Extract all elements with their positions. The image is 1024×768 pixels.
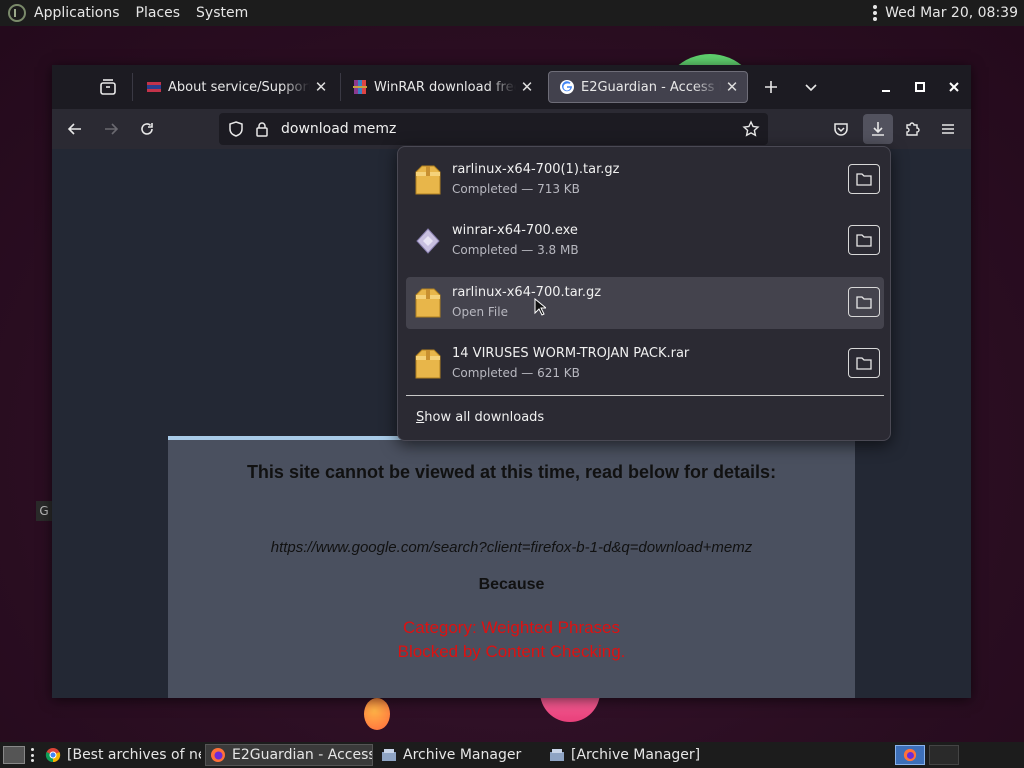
block-method: Blocked by Content Checking. — [397, 642, 626, 661]
archive-icon — [415, 349, 441, 379]
chrome-icon — [45, 748, 61, 763]
minimize-icon[interactable] — [874, 75, 898, 99]
new-tab-icon[interactable] — [759, 75, 783, 99]
tab-title: E2Guardian - Access Denied — [581, 79, 721, 95]
google-icon — [560, 80, 574, 94]
tab-bar: About service/Support ✕ WinRAR download … — [52, 65, 971, 109]
url-text: download memz — [281, 121, 397, 137]
close-tab-icon[interactable]: ✕ — [516, 76, 538, 98]
taskbar-task[interactable]: Archive Manager — [377, 744, 541, 766]
blocked-url: https://www.google.com/search?client=fir… — [270, 539, 753, 556]
show-in-folder-icon[interactable] — [848, 287, 880, 317]
download-filename: rarlinux-x64-700.tar.gz — [452, 285, 602, 300]
download-status: Open File — [452, 305, 508, 319]
extensions-puzzle-icon[interactable] — [900, 117, 924, 141]
firefox-icon — [903, 748, 917, 762]
tab-winrar[interactable]: WinRAR download free and ✕ — [342, 71, 542, 103]
pocket-icon[interactable] — [829, 117, 853, 141]
download-item[interactable]: rarlinux-x64-700.tar.gz Open File — [406, 277, 884, 329]
show-desktop-icon[interactable] — [3, 746, 25, 764]
task-label: Archive Manager — [403, 747, 522, 763]
block-page-card: This site cannot be viewed at this time,… — [168, 436, 855, 698]
archive-manager-icon — [550, 749, 564, 761]
block-category: Category: Weighted Phrases — [402, 618, 621, 637]
tracking-protection-shield-icon[interactable] — [227, 120, 245, 138]
download-status: Completed — 3.8 MB — [452, 243, 579, 257]
taskbar-handle-icon — [31, 748, 35, 762]
list-all-tabs-icon[interactable] — [799, 75, 823, 99]
download-item[interactable]: rarlinux-x64-700(1).tar.gz Completed — 7… — [406, 154, 884, 206]
flag-icon — [147, 82, 161, 92]
archive-icon — [415, 288, 441, 318]
tab-about-support[interactable]: About service/Support ✕ — [136, 71, 336, 103]
download-filename: rarlinux-x64-700(1).tar.gz — [452, 162, 620, 177]
download-filename: 14 VIRUSES WORM-TROJAN PACK.rar — [452, 346, 690, 361]
wallpaper-decoration-orange — [364, 698, 390, 730]
distro-logo-icon[interactable] — [8, 4, 26, 22]
maximize-icon[interactable] — [908, 75, 932, 99]
tab-title: About service/Support — [168, 79, 310, 95]
block-reason: Category: Weighted Phrases Blocked by Co… — [168, 616, 855, 664]
task-label: [Archive Manager] — [571, 747, 701, 763]
mouse-cursor-icon — [534, 298, 546, 316]
firefox-view-icon[interactable] — [98, 77, 122, 97]
workspace-1[interactable] — [895, 745, 925, 765]
archive-manager-icon — [382, 749, 396, 761]
bookmark-star-icon[interactable] — [742, 120, 760, 138]
partial-window-edge: G — [36, 501, 52, 521]
back-icon[interactable] — [63, 117, 87, 141]
lock-icon[interactable] — [253, 120, 271, 138]
menu-system[interactable]: System — [196, 5, 248, 21]
tab-e2guardian[interactable]: E2Guardian - Access Denied ✕ — [548, 71, 748, 103]
nav-bar: download memz — [52, 109, 971, 149]
menu-places[interactable]: Places — [136, 5, 181, 21]
taskbar-task[interactable]: [Best archives of ne... — [41, 744, 201, 766]
download-filename: winrar-x64-700.exe — [452, 223, 578, 238]
close-tab-icon[interactable]: ✕ — [721, 76, 743, 98]
block-heading: This site cannot be viewed at this time,… — [246, 462, 777, 482]
firefox-icon — [211, 748, 225, 762]
download-status: Completed — 621 KB — [452, 366, 580, 380]
workspace-2[interactable] — [929, 745, 959, 765]
executable-icon — [416, 228, 440, 254]
bottom-taskbar: [Best archives of ne... E2Guardian - Acc… — [0, 742, 1024, 768]
download-icon — [872, 122, 884, 136]
tab-separator — [132, 73, 133, 101]
address-bar[interactable]: download memz — [219, 113, 768, 145]
taskbar-task[interactable]: [Archive Manager] — [545, 744, 715, 766]
top-panel: Applications Places System Wed Mar 20, 0… — [0, 0, 1024, 26]
download-item[interactable]: winrar-x64-700.exe Completed — 3.8 MB — [406, 215, 884, 267]
hamburger-menu-icon[interactable] — [936, 117, 960, 141]
forward-icon[interactable] — [99, 117, 123, 141]
download-status: Completed — 713 KB — [452, 182, 580, 196]
show-in-folder-icon[interactable] — [848, 225, 880, 255]
close-window-icon[interactable] — [942, 75, 966, 99]
show-in-folder-icon[interactable] — [848, 164, 880, 194]
show-in-folder-icon[interactable] — [848, 348, 880, 378]
show-all-downloads-link[interactable]: Show all downloads — [416, 410, 544, 425]
task-label: E2Guardian - Access... — [232, 747, 372, 763]
task-label: [Best archives of ne... — [67, 747, 201, 763]
taskbar-task[interactable]: E2Guardian - Access... — [205, 744, 373, 766]
close-tab-icon[interactable]: ✕ — [310, 76, 332, 98]
clock[interactable]: Wed Mar 20, 08:39 — [885, 5, 1018, 21]
winrar-icon — [353, 80, 367, 94]
downloads-button[interactable] — [863, 114, 893, 144]
panel-menu-icon[interactable] — [873, 5, 878, 21]
download-item[interactable]: 14 VIRUSES WORM-TROJAN PACK.rar Complete… — [406, 338, 884, 390]
menu-applications[interactable]: Applications — [34, 5, 120, 21]
divider — [406, 395, 884, 396]
tab-title: WinRAR download free and — [374, 79, 516, 95]
archive-icon — [415, 165, 441, 195]
tab-separator — [340, 73, 341, 101]
reload-icon[interactable] — [135, 117, 159, 141]
because-label: Because — [478, 576, 545, 593]
downloads-panel: rarlinux-x64-700(1).tar.gz Completed — 7… — [397, 146, 891, 441]
